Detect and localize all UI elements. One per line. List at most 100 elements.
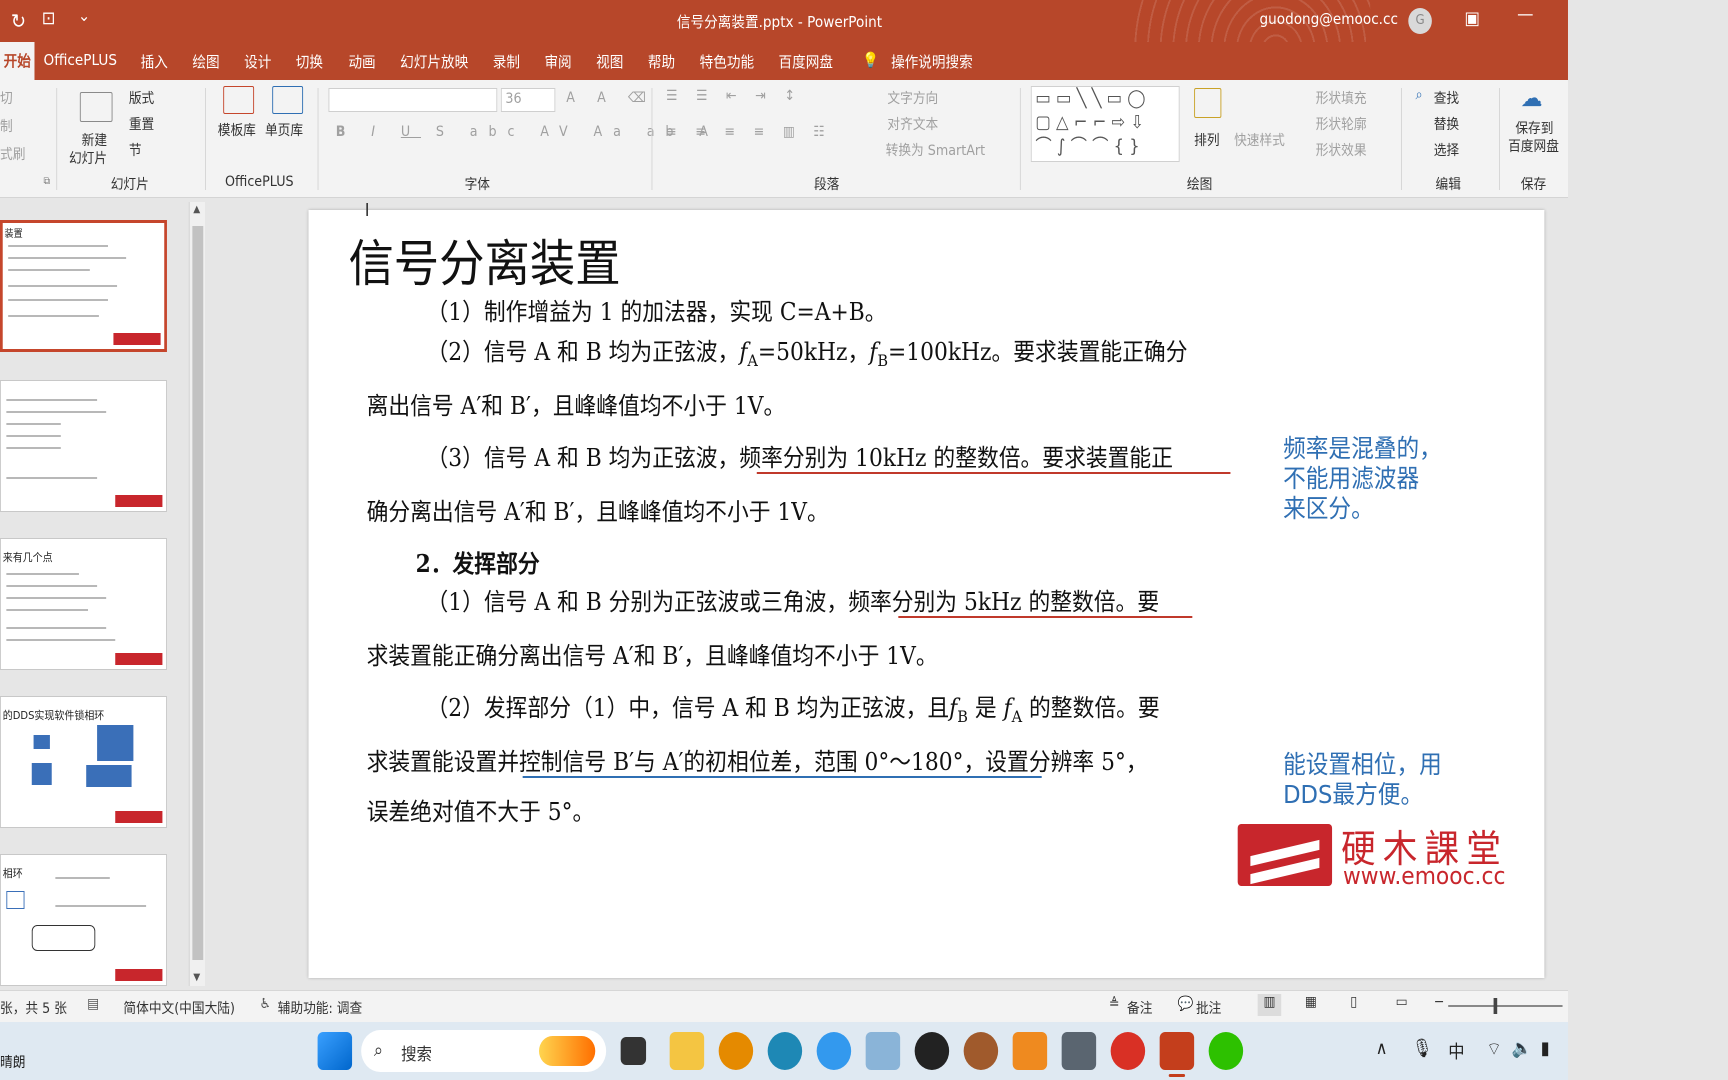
slide-thumbnail-1[interactable]: 装置 — [0, 220, 167, 352]
reset-button[interactable]: 重置 — [129, 114, 154, 134]
arrange-icon[interactable] — [1194, 88, 1222, 118]
list-buttons-icon[interactable]: ☰ ☰ ⇤ ⇥ ↕ — [666, 88, 802, 104]
camera-app-icon[interactable] — [914, 1032, 950, 1070]
new-slide-button[interactable]: 新建 — [82, 130, 107, 150]
tab-help[interactable]: 帮助 — [648, 51, 675, 72]
tab-features[interactable]: 特色功能 — [700, 51, 754, 72]
language-indicator[interactable]: 简体中文(中国大陆) — [123, 998, 235, 1018]
tab-slideshow[interactable]: 幻灯片放映 — [400, 51, 468, 72]
bear-app-icon[interactable] — [963, 1032, 999, 1070]
powerpoint-taskbar-icon[interactable] — [1159, 1032, 1195, 1070]
scroll-down-icon[interactable]: ▼ — [193, 972, 200, 983]
save-to-baidu-button-line2[interactable]: 百度网盘 — [1508, 136, 1559, 156]
minimize-button[interactable]: — — [1517, 4, 1533, 25]
tab-view[interactable]: 视图 — [596, 51, 623, 72]
arrange-button[interactable]: 排列 — [1194, 130, 1219, 150]
new-slide-button-line2[interactable]: 幻灯片 — [69, 148, 107, 168]
slide-thumbnail-3[interactable]: 来有几个点 — [0, 538, 167, 670]
new-slide-icon[interactable] — [79, 92, 113, 122]
quick-access-dropdown[interactable]: ⌄ — [78, 6, 90, 25]
edge-icon[interactable] — [767, 1032, 803, 1070]
slide-thumbnail-5[interactable]: 相环 — [0, 854, 167, 986]
ime-indicator[interactable]: 中 — [1448, 1038, 1464, 1064]
shape-effects-button[interactable]: 形状效果 — [1316, 140, 1367, 160]
font-buttons-row1-icon[interactable]: A A ⌫ — [566, 90, 655, 106]
tab-review[interactable]: 审阅 — [544, 51, 571, 72]
tab-record[interactable]: 录制 — [493, 51, 520, 72]
tab-transitions[interactable]: 切换 — [296, 51, 323, 72]
clipboard-launcher-icon[interactable]: ⧉ — [44, 176, 50, 187]
zoom-slider-thumb[interactable] — [1493, 998, 1498, 1014]
comments-button[interactable]: 批注 — [1196, 998, 1221, 1018]
shapes-gallery[interactable]: ▭ ▭ ╲ ╲ ▭ ◯ ▢ △ ⌐ ⌐ ⇨ ⇩ ⌒ ∫ ⌒ ⌒ { } — [1030, 86, 1180, 162]
slide-title[interactable]: 信号分离装置 — [348, 224, 620, 296]
accessibility-status[interactable]: 辅助功能: 调查 — [278, 998, 363, 1018]
replace-button[interactable]: 替换 — [1434, 114, 1459, 134]
font-format-row-icon[interactable]: B I U S abc AV Aa ab A — [336, 124, 719, 140]
zoom-slider[interactable] — [1448, 998, 1563, 1014]
search-app-icon[interactable] — [718, 1032, 754, 1070]
format-painter-button[interactable]: 格式刷 — [0, 144, 25, 164]
scroll-thumb[interactable] — [192, 226, 204, 960]
zoom-out-icon[interactable]: − — [1434, 994, 1445, 1010]
text-direction-button[interactable]: 文字方向 — [887, 88, 938, 108]
template-library-button[interactable]: 模板库 — [218, 120, 256, 140]
battery-icon[interactable]: ▮ — [1541, 1038, 1550, 1059]
tab-insert[interactable]: 插入 — [141, 51, 168, 72]
slide-thumbnail-2[interactable] — [0, 380, 167, 512]
align-buttons-icon[interactable]: ≡ ≡ ≡ ≡ ▥ ☷ — [666, 124, 832, 140]
microphone-icon[interactable]: 🎙 — [1412, 1038, 1433, 1059]
slideshow-from-start-icon[interactable]: ⊡ — [42, 8, 56, 29]
tab-design[interactable]: 设计 — [244, 51, 271, 72]
convert-smartart-button[interactable]: 转换为 SmartArt — [886, 140, 985, 160]
tab-officeplus[interactable]: OfficePLUS — [44, 51, 117, 69]
wechat-icon[interactable] — [1208, 1032, 1244, 1070]
shape-outline-button[interactable]: 形状轮廓 — [1316, 114, 1367, 134]
tab-draw[interactable]: 绘图 — [192, 51, 219, 72]
ribbon-display-icon[interactable]: ▣ — [1465, 8, 1480, 29]
slide-canvas[interactable]: 信号分离装置 （1）制作增益为 1 的加法器，实现 C=A+B。 （2）信号 A… — [308, 210, 1545, 978]
slide-sorter-icon[interactable]: ▦ — [1305, 994, 1317, 1010]
calculator-icon[interactable] — [1061, 1032, 1097, 1070]
tray-chevron-icon[interactable]: ∧ — [1376, 1038, 1388, 1059]
slide-thumbnail-4[interactable]: 的DDS实现软件锁相环 — [0, 696, 167, 828]
weather-app-icon[interactable] — [865, 1032, 901, 1070]
spellcheck-icon[interactable]: ▤ — [87, 996, 99, 1012]
font-size-combo[interactable]: 36 — [500, 88, 556, 112]
autosave-icon[interactable]: ↻ — [11, 9, 26, 33]
layout-button[interactable]: 版式 — [129, 88, 154, 108]
single-page-library-icon[interactable] — [272, 86, 304, 114]
copy-button[interactable]: 复制 — [0, 116, 13, 136]
tab-home[interactable]: 开始 — [0, 42, 35, 80]
weather-text[interactable]: 晴朗 — [0, 1052, 25, 1072]
slide-counter[interactable]: 张，共 5 张 — [0, 998, 67, 1018]
wifi-icon[interactable]: ⌔ — [1486, 1038, 1501, 1061]
section-button[interactable]: 节 — [129, 140, 142, 160]
normal-view-icon[interactable]: ▥ — [1257, 994, 1282, 1016]
tab-animations[interactable]: 动画 — [348, 51, 375, 72]
tab-baidu[interactable]: 百度网盘 — [779, 51, 833, 72]
notes-button[interactable]: 备注 — [1127, 998, 1152, 1018]
tell-me-search[interactable]: 操作说明搜索 — [891, 51, 973, 72]
align-text-button[interactable]: 对齐文本 — [887, 114, 938, 134]
pdf-app-icon[interactable] — [1012, 1032, 1048, 1070]
slideshow-view-icon[interactable]: ▭ — [1396, 994, 1408, 1010]
volume-icon[interactable]: 🔈 — [1512, 1038, 1532, 1059]
find-button[interactable]: 查找 — [1434, 88, 1459, 108]
shape-fill-button[interactable]: 形状填充 — [1316, 88, 1367, 108]
file-explorer-icon[interactable] — [669, 1032, 705, 1070]
red-app-icon[interactable] — [1110, 1032, 1146, 1070]
single-page-library-button[interactable]: 单页库 — [265, 120, 303, 140]
task-view-icon[interactable] — [620, 1037, 647, 1065]
quick-styles-button[interactable]: 快速样式 — [1234, 130, 1285, 150]
select-button[interactable]: 选择 — [1434, 140, 1459, 160]
cut-button[interactable]: 剪切 — [0, 88, 13, 108]
template-library-icon[interactable] — [223, 86, 255, 114]
account-email[interactable]: guodong@emooc.cc — [1259, 10, 1398, 28]
ie-icon[interactable] — [816, 1032, 852, 1070]
taskbar-search-box[interactable]: ⌕ 搜索 — [361, 1030, 607, 1072]
reading-view-icon[interactable]: ▯ — [1350, 994, 1357, 1010]
start-menu-icon[interactable] — [317, 1032, 353, 1070]
font-name-combo[interactable] — [328, 88, 498, 112]
save-to-baidu-button[interactable]: 保存到 — [1515, 118, 1553, 138]
